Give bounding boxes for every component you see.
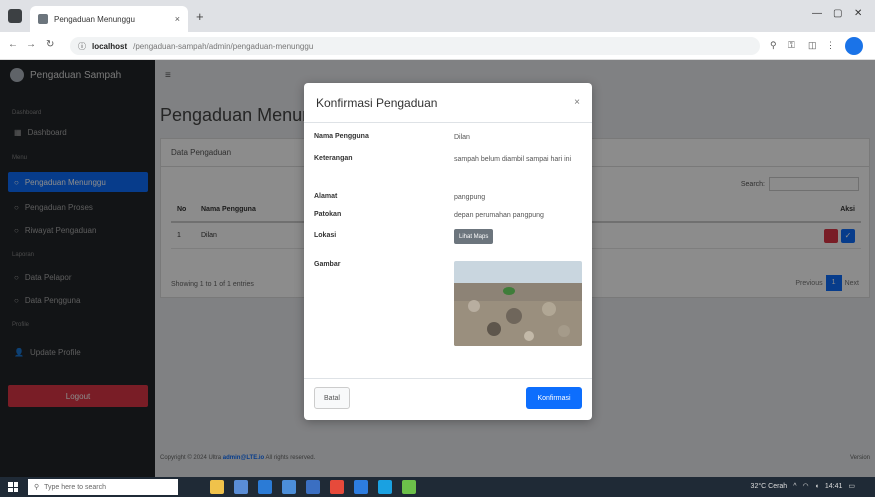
cancel-button[interactable]: Batal [314, 387, 350, 409]
browser-tab-bar: Pengaduan Menunggu × + — ▢ ✕ [0, 0, 875, 32]
field-label: Nama Pengguna [314, 133, 369, 140]
field-value: sampah belum diambil sampai hari ini [454, 156, 572, 163]
modal-footer: Batal Konfirmasi [304, 378, 592, 420]
task-view-icon[interactable] [234, 480, 248, 494]
url-host: localhost [92, 41, 128, 51]
modal-close-icon[interactable]: × [574, 97, 580, 108]
search-icon: ⚲ [34, 484, 40, 491]
browser-menu-icon[interactable] [8, 9, 22, 23]
clock[interactable]: 14:41 [825, 483, 843, 490]
notifications-icon[interactable]: ▭ [848, 482, 855, 490]
menu-dots-icon[interactable]: ⋮ [826, 40, 835, 51]
new-tab-button[interactable]: + [196, 9, 204, 24]
complaint-photo[interactable] [454, 261, 582, 346]
field-label: Lokasi [314, 232, 337, 239]
confirm-complaint-modal: Konfirmasi Pengaduan × Nama Pengguna Dil… [304, 83, 592, 420]
zoom-icon[interactable]: ⚲ [770, 40, 777, 51]
tray-chevron-icon[interactable]: ^ [793, 483, 796, 490]
weather-status[interactable]: 32°C Cerah [751, 483, 788, 490]
modal-title: Konfirmasi Pengaduan [316, 95, 438, 110]
modal-header: Konfirmasi Pengaduan × [304, 83, 592, 123]
field-label: Keterangan [314, 155, 353, 162]
tab-close-icon[interactable]: × [175, 14, 180, 24]
back-icon[interactable]: ← [8, 39, 18, 50]
volume-icon[interactable]: ◖ [815, 483, 819, 490]
people-icon[interactable] [210, 480, 224, 494]
confirm-button[interactable]: Konfirmasi [526, 387, 582, 409]
close-window-button[interactable]: ✕ [854, 8, 862, 19]
system-tray: 32°C Cerah ^ ◠ ◖ 14:41 ▭ [751, 482, 855, 491]
profile-avatar[interactable] [845, 37, 863, 55]
garbage-photo-image [454, 261, 582, 346]
windows-start-icon[interactable] [8, 482, 18, 492]
field-label: Gambar [314, 261, 341, 268]
tab-favicon-icon [38, 14, 48, 24]
reload-icon[interactable]: ↻ [46, 39, 54, 50]
web-page: Pengaduan Sampah Dashboard ▦ Dashboard M… [0, 60, 875, 477]
field-value: depan perumahan pangpung [454, 212, 544, 219]
modal-body: Nama Pengguna Dilan Keterangan sampah be… [304, 123, 592, 378]
field-value: Dilan [454, 134, 470, 141]
url-path: /pengaduan-sampah/admin/pengaduan-menung… [133, 41, 314, 51]
mail-icon[interactable] [306, 480, 320, 494]
network-icon[interactable]: ◠ [803, 482, 809, 490]
field-label: Alamat [314, 193, 338, 200]
view-map-button[interactable]: Lihat Maps [454, 229, 494, 244]
taskbar-search[interactable]: ⚲ Type here to search [28, 479, 178, 495]
browser-address-bar: ← → ↻ ⓘ localhost/pengaduan-sampah/admin… [0, 32, 875, 60]
extensions-icon[interactable]: ◫ [808, 40, 817, 51]
vscode-icon[interactable] [354, 480, 368, 494]
windows-taskbar: ⚲ Type here to search 32°C Cerah ^ ◠ ◖ 1… [0, 477, 875, 497]
field-value: pangpung [454, 194, 486, 201]
maximize-button[interactable]: ▢ [833, 8, 842, 19]
site-info-icon[interactable]: ⓘ [78, 41, 86, 52]
tab-title: Pengaduan Menunggu [54, 14, 135, 24]
store-icon[interactable] [282, 480, 296, 494]
forward-icon[interactable]: → [26, 39, 36, 50]
browser-tab[interactable]: Pengaduan Menunggu × [30, 6, 188, 32]
app-icon[interactable] [378, 480, 392, 494]
key-icon[interactable]: ⚿ [788, 40, 795, 51]
xampp-icon[interactable] [402, 480, 416, 494]
edge-icon[interactable] [258, 480, 272, 494]
taskbar-search-placeholder: Type here to search [44, 483, 107, 491]
minimize-button[interactable]: — [812, 8, 822, 19]
chrome-icon[interactable] [330, 480, 344, 494]
clock-time: 14:41 [824, 482, 843, 490]
url-field[interactable]: ⓘ localhost/pengaduan-sampah/admin/penga… [70, 37, 760, 55]
field-label: Patokan [314, 211, 342, 218]
